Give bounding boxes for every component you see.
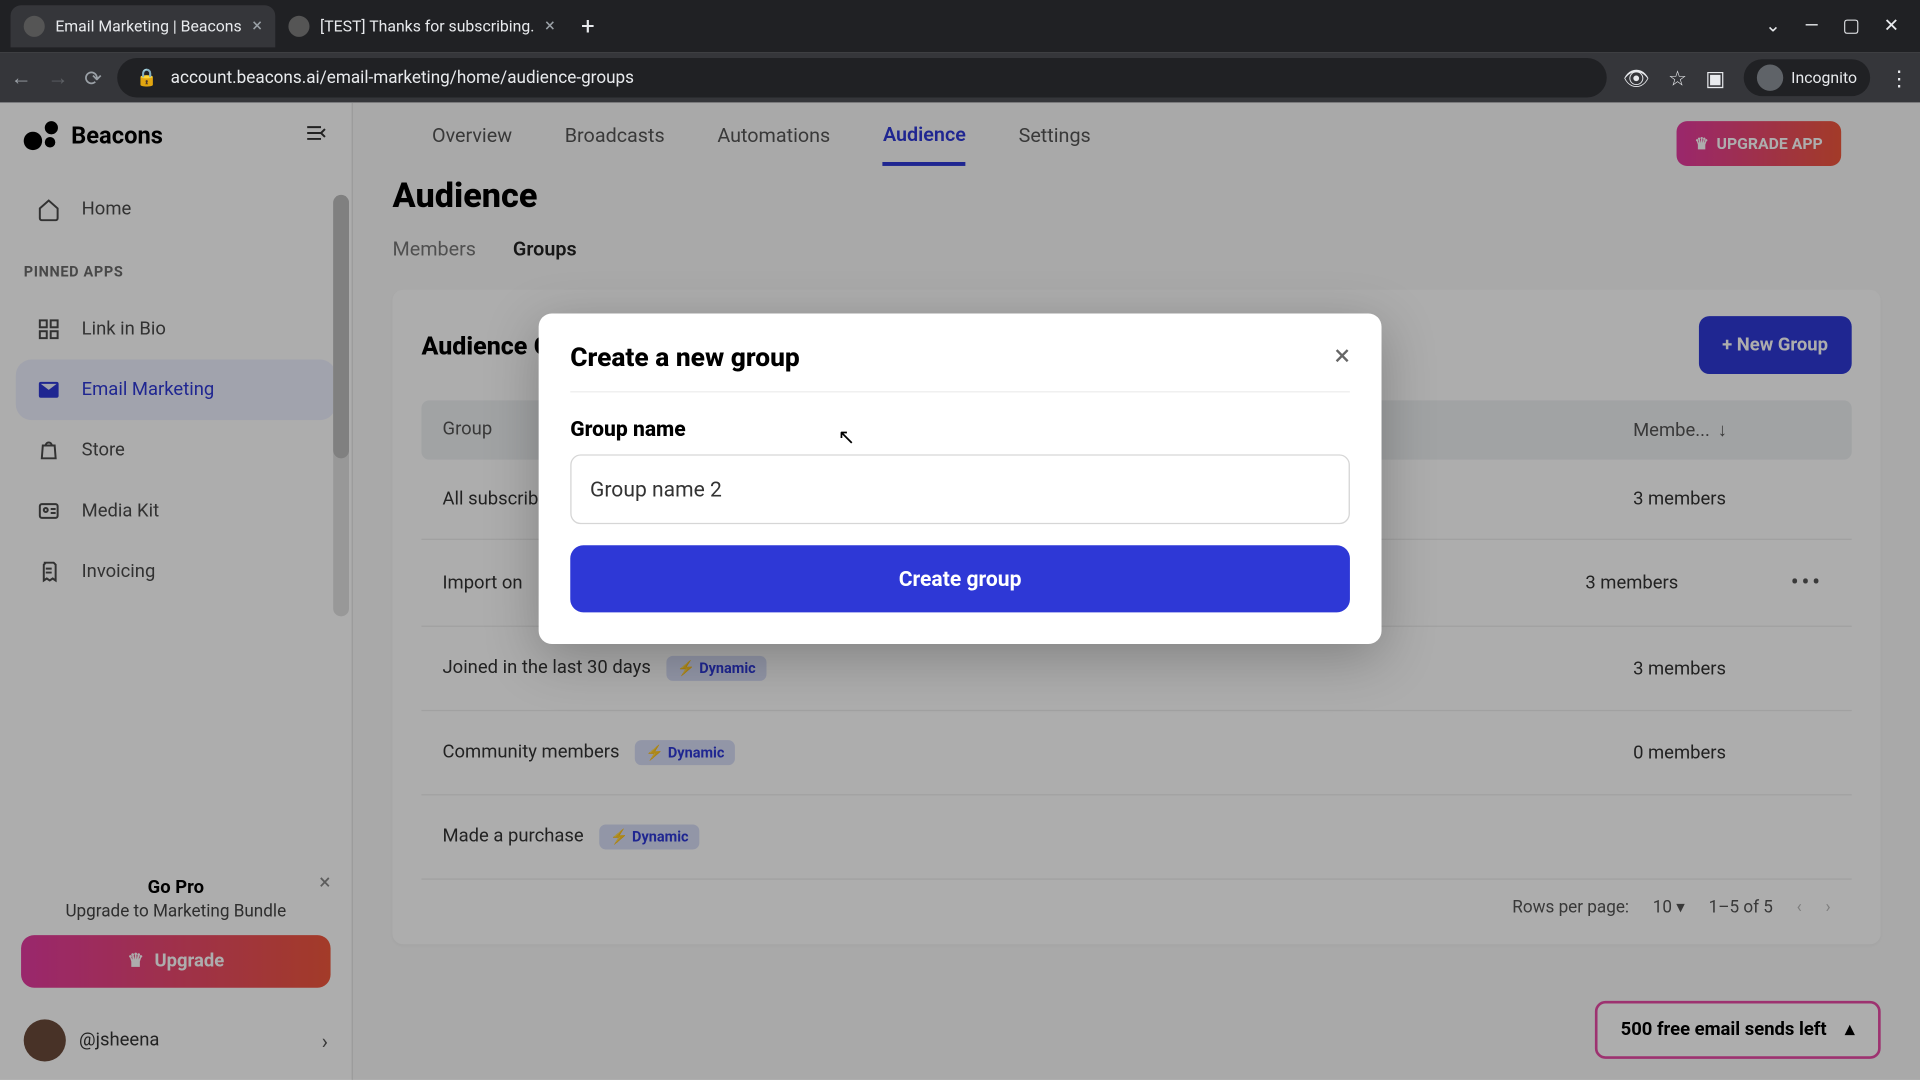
modal-title: Create a new group [570, 340, 799, 372]
url-text: account.beacons.ai/email-marketing/home/… [171, 68, 634, 88]
browser-tab-1[interactable]: Email Marketing | Beacons × [11, 5, 276, 47]
create-group-button[interactable]: Create group [570, 545, 1350, 612]
maximize-icon[interactable]: ▢ [1843, 16, 1860, 37]
url-input[interactable]: 🔒 account.beacons.ai/email-marketing/hom… [118, 58, 1607, 98]
field-label: Group name [570, 416, 1350, 441]
incognito-icon [1757, 65, 1783, 91]
close-icon[interactable]: × [1334, 340, 1349, 373]
chevron-down-icon[interactable]: ⌄ [1765, 16, 1780, 37]
close-icon[interactable]: × [545, 16, 555, 37]
kebab-menu-icon[interactable]: ⋮ [1889, 65, 1910, 90]
incognito-badge[interactable]: Incognito [1744, 59, 1870, 96]
minimize-icon[interactable]: ― [1804, 16, 1818, 37]
close-window-icon[interactable]: ✕ [1884, 16, 1899, 37]
modal-overlay[interactable]: Create a new group × Group name Create g… [0, 103, 1920, 1080]
favicon-globe-icon [288, 16, 309, 37]
tab-title: Email Marketing | Beacons [55, 17, 241, 35]
eye-off-icon[interactable]: 👁 [1623, 65, 1650, 90]
tab-title: [TEST] Thanks for subscribing. [320, 17, 534, 35]
favicon-beacons-icon [24, 16, 45, 37]
group-name-input[interactable] [570, 454, 1350, 524]
address-bar: ← → ⟳ 🔒 account.beacons.ai/email-marketi… [0, 53, 1920, 103]
new-tab-button[interactable]: + [568, 13, 608, 41]
back-icon[interactable]: ← [11, 65, 32, 91]
browser-tab-2[interactable]: [TEST] Thanks for subscribing. × [275, 5, 568, 47]
close-icon[interactable]: × [252, 16, 262, 37]
lock-icon: 🔒 [136, 68, 157, 88]
forward-icon[interactable]: → [47, 65, 68, 91]
create-group-modal: Create a new group × Group name Create g… [539, 313, 1382, 644]
extension-icon[interactable]: ▣ [1705, 65, 1725, 90]
reload-icon[interactable]: ⟳ [84, 65, 102, 90]
browser-tab-strip[interactable]: Email Marketing | Beacons × [TEST] Thank… [0, 0, 1920, 53]
star-icon[interactable]: ☆ [1668, 65, 1687, 90]
